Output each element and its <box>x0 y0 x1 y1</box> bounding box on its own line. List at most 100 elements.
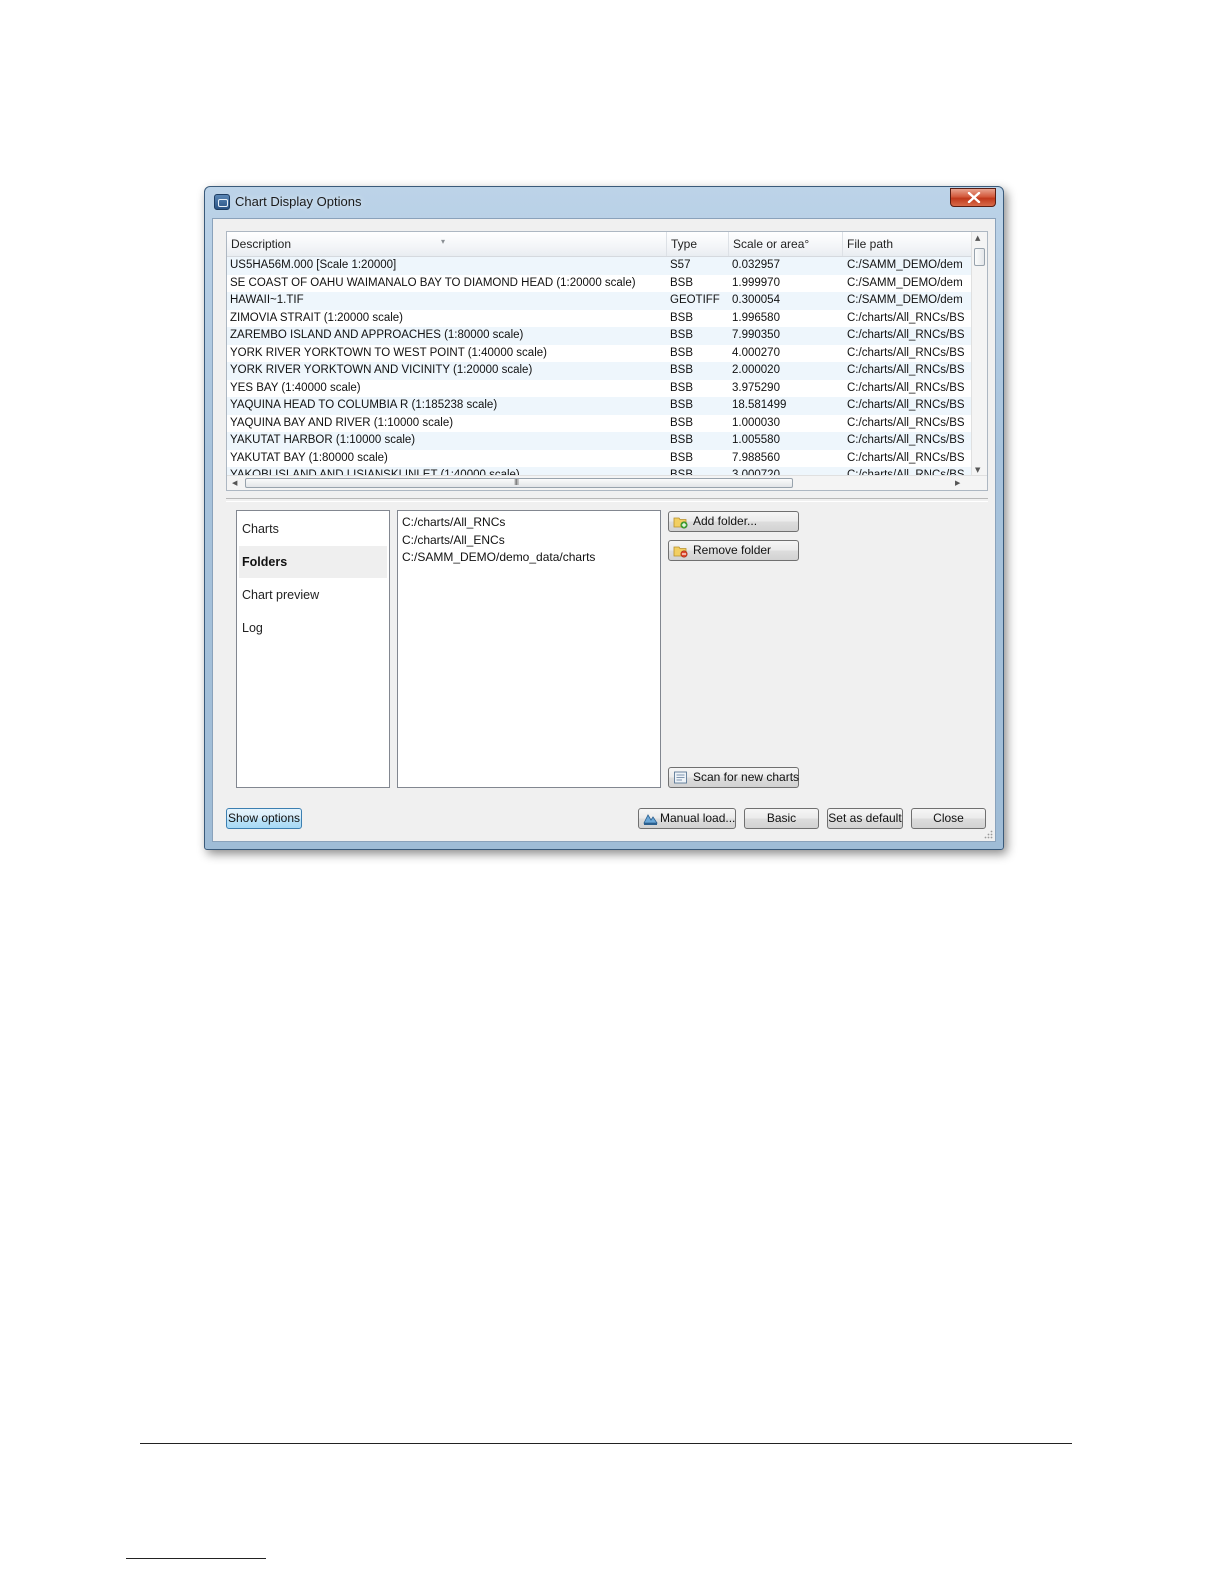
nav-item-chart-preview[interactable]: Chart preview <box>239 579 387 611</box>
table-row[interactable]: YAQUINA HEAD TO COLUMBIA R (1:185238 sca… <box>227 397 971 415</box>
close-icon <box>967 192 981 203</box>
add-folder-button[interactable]: Add folder... <box>668 511 799 532</box>
scan-for-new-charts-button[interactable]: Scan for new charts <box>668 767 799 788</box>
table-cell: YAKUTAT BAY (1:80000 scale) <box>230 451 388 464</box>
table-cell: YAQUINA BAY AND RIVER (1:10000 scale) <box>230 416 454 429</box>
folder-remove-icon <box>673 546 688 558</box>
table-cell: 2.000020 <box>732 364 780 376</box>
table-row[interactable]: YAKUTAT BAY (1:80000 scale) BSB 7.988560 C:… <box>227 450 971 468</box>
column-header-description[interactable]: Description ▾ <box>227 232 667 256</box>
column-header-label: Scale or area° <box>733 237 810 251</box>
table-row[interactable]: ZAREMBO ISLAND AND APPROACHES (1:80000 s… <box>227 327 971 345</box>
options-nav: Charts Folders Chart preview Log <box>236 510 390 788</box>
table-cell: 3.975290 <box>732 381 780 394</box>
table-cell: S57 <box>670 259 691 271</box>
app-icon <box>214 194 230 210</box>
table-cell: YES BAY (1:40000 scale) <box>230 381 361 394</box>
table-cell: SE COAST OF OAHU WAIMANALO BAY TO DIAMON… <box>230 276 636 289</box>
table-cell: BSB <box>670 434 694 446</box>
chart-display-options-window: Chart Display Options Description ▾ Type… <box>204 186 1004 850</box>
table-cell: 0.300054 <box>732 294 780 306</box>
manual-load-button[interactable]: Manual load... <box>638 808 736 829</box>
table-cell: YORK RIVER YORKTOWN AND VICINITY (1:2000… <box>230 364 533 376</box>
basic-button[interactable]: Basic <box>744 808 819 829</box>
table-cell: C:/SAMM_DEMO/dem <box>847 259 963 271</box>
resize-grip-icon[interactable] <box>983 829 993 839</box>
table-cell: C:/charts/All_RNCs/BS <box>847 451 965 464</box>
folder-add-icon <box>673 517 688 529</box>
table-cell: C:/charts/All_RNCs/BS <box>847 381 965 394</box>
scroll-left-icon[interactable]: ◀ <box>232 479 237 487</box>
window-close-button[interactable] <box>950 188 996 207</box>
scroll-up-icon[interactable]: ▲ <box>975 234 980 242</box>
table-cell: 4.000270 <box>732 346 780 359</box>
table-cell: BSB <box>670 416 694 429</box>
scroll-down-icon[interactable]: ▼ <box>975 466 980 474</box>
table-cell: 1.996580 <box>732 311 780 324</box>
scroll-right-icon[interactable]: ▶ <box>955 479 960 487</box>
chart-load-icon <box>643 814 658 825</box>
button-label: Manual load... <box>660 811 736 825</box>
table-row[interactable]: YAQUINA BAY AND RIVER (1:10000 scale) BSB… <box>227 415 971 433</box>
table-cell: C:/SAMM_DEMO/dem <box>847 294 963 306</box>
column-header-scale[interactable]: Scale or area° <box>729 232 843 256</box>
table-cell: BSB <box>670 346 694 359</box>
table-cell: HAWAII~1.TIF <box>230 294 304 306</box>
table-row[interactable]: ZIMOVIA STRAIT (1:20000 scale) BSB 1.99658… <box>227 310 971 328</box>
set-as-default-button[interactable]: Set as default <box>827 808 903 829</box>
list-item[interactable]: C:/SAMM_DEMO/demo_data/charts <box>398 549 660 567</box>
table-row[interactable]: YORK RIVER YORKTOWN TO WEST POINT (1:400… <box>227 345 971 363</box>
table-cell: C:/SAMM_DEMO/dem <box>847 276 963 289</box>
table-cell: 1.005580 <box>732 434 780 446</box>
column-header-type[interactable]: Type <box>667 232 729 256</box>
folder-list[interactable]: C:/charts/All_RNCs C:/charts/All_ENCs C:… <box>397 510 661 788</box>
scan-icon <box>674 771 687 784</box>
table-cell: 0.032957 <box>732 259 780 271</box>
table-row[interactable]: YORK RIVER YORKTOWN AND VICINITY (1:2000… <box>227 362 971 380</box>
table-cell: ZIMOVIA STRAIT (1:20000 scale) <box>230 311 403 324</box>
horizontal-scroll-thumb[interactable]: III <box>245 478 793 488</box>
nav-item-charts[interactable]: Charts <box>239 513 387 545</box>
table-cell: C:/charts/All_RNCs/BS <box>847 311 965 324</box>
column-header-label: File path <box>847 237 894 251</box>
table-row[interactable]: HAWAII~1.TIF GEOTIFF 0.300054 C:/SAMM_DEMO/… <box>227 292 971 310</box>
nav-item-folders[interactable]: Folders <box>239 546 387 578</box>
table-row[interactable]: YES BAY (1:40000 scale) BSB 3.975290 C:/cha… <box>227 380 971 398</box>
table-horizontal-scrollbar[interactable]: ◀ III ▶ <box>227 475 987 490</box>
table-cell: BSB <box>670 311 694 324</box>
dialog-client-area: Description ▾ Type Scale or area° File p… <box>212 218 996 842</box>
table-cell: 1.000030 <box>732 416 780 429</box>
table-row[interactable]: US5HA56M.000 [Scale 1:20000] S57 0.032957 C… <box>227 257 971 275</box>
nav-item-log[interactable]: Log <box>239 612 387 644</box>
remove-folder-button[interactable]: Remove folder <box>668 540 799 561</box>
table-cell: C:/charts/All_RNCs/BS <box>847 416 965 429</box>
table-cell: US5HA56M.000 [Scale 1:20000] <box>230 259 397 271</box>
column-header-file-path[interactable]: File path <box>843 232 971 256</box>
show-options-button[interactable]: Show options <box>226 808 302 829</box>
table-header: Description ▾ Type Scale or area° File p… <box>227 232 971 257</box>
table-cell: C:/charts/All_RNCs/BS <box>847 364 965 376</box>
vertical-scroll-thumb[interactable] <box>974 248 985 266</box>
sort-indicator-icon: ▾ <box>441 237 446 246</box>
table-cell: 18.581499 <box>732 399 787 411</box>
table-cell: BSB <box>670 451 694 464</box>
table-cell: GEOTIFF <box>670 294 720 306</box>
list-item[interactable]: C:/charts/All_RNCs <box>398 514 660 532</box>
table-cell: 7.988560 <box>732 451 780 464</box>
charts-table: Description ▾ Type Scale or area° File p… <box>226 231 988 491</box>
column-header-label: Description <box>231 237 292 251</box>
title-bar[interactable]: Chart Display Options <box>205 187 1003 217</box>
scroll-grip: III <box>514 478 519 487</box>
table-cell: C:/charts/All_RNCs/BS <box>847 399 965 411</box>
close-button[interactable]: Close <box>911 808 986 829</box>
table-cell: ZAREMBO ISLAND AND APPROACHES (1:80000 s… <box>230 329 524 341</box>
column-header-label: Type <box>671 237 698 251</box>
panel-splitter[interactable] <box>226 498 988 502</box>
table-cell: YAKUTAT HARBOR (1:10000 scale) <box>230 434 416 446</box>
table-row[interactable]: SE COAST OF OAHU WAIMANALO BAY TO DIAMON… <box>227 275 971 293</box>
table-vertical-scrollbar[interactable]: ▲ ▼ <box>971 232 987 476</box>
table-cell: C:/charts/All_RNCs/BS <box>847 346 965 359</box>
button-label: Add folder... <box>693 514 758 528</box>
table-row[interactable]: YAKUTAT HARBOR (1:10000 scale) BSB 1.00558… <box>227 432 971 450</box>
list-item[interactable]: C:/charts/All_ENCs <box>398 532 660 550</box>
